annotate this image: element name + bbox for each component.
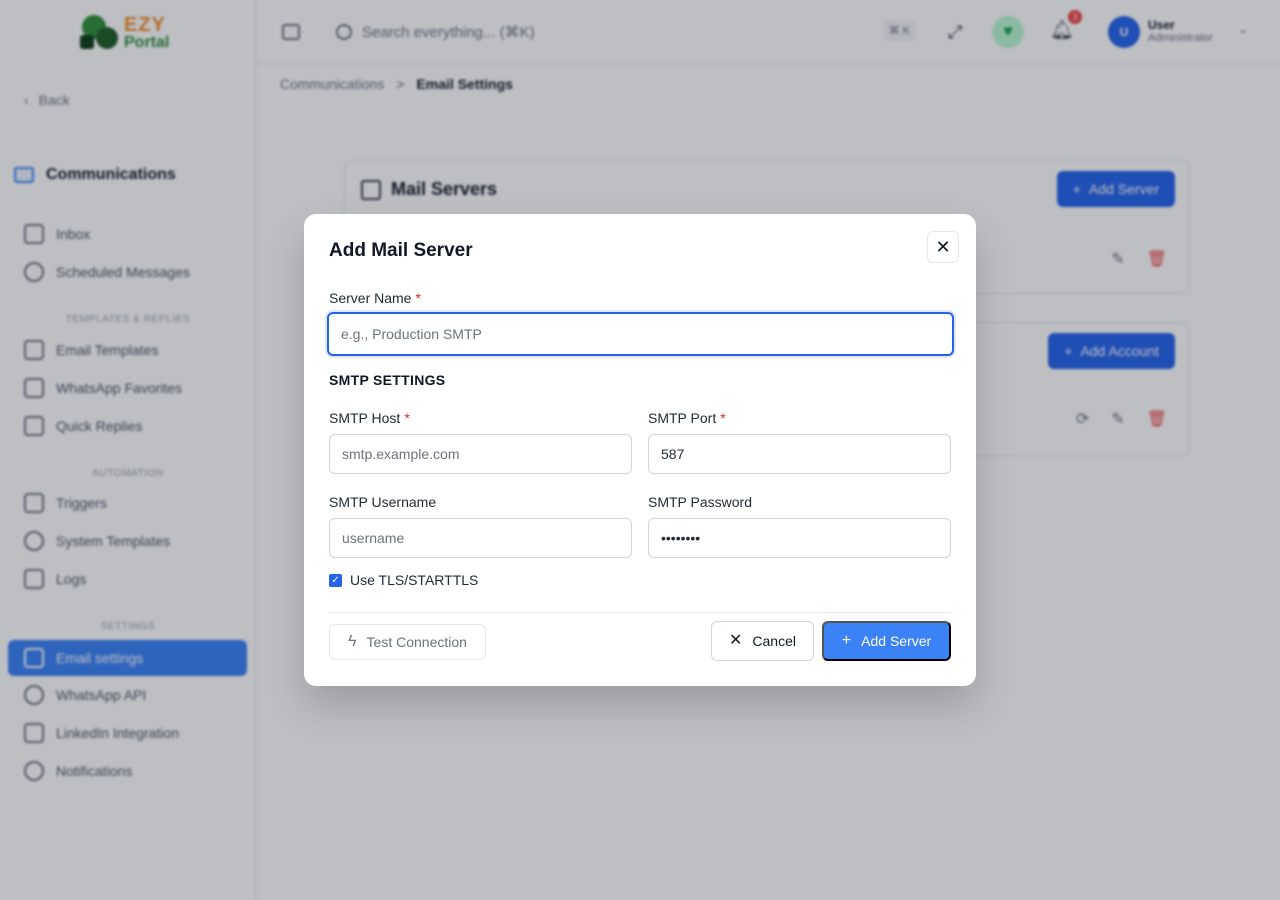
- cancel-button[interactable]: ✕ Cancel: [711, 621, 814, 661]
- smtp-host-input[interactable]: [329, 434, 632, 474]
- test-connection-button[interactable]: ϟ Test Connection: [329, 624, 486, 660]
- add-server-button[interactable]: + Add Server: [822, 621, 951, 661]
- add-mail-server-dialog: Add Mail Server ✕ Server Name* SMTP SETT…: [304, 214, 976, 686]
- dialog-title: Add Mail Server: [329, 240, 473, 261]
- plus-icon: +: [841, 632, 852, 649]
- smtp-host-label-text: SMTP Host: [329, 410, 401, 426]
- close-icon: ✕: [935, 236, 951, 257]
- tls-option[interactable]: ✓ Use TLS/STARTTLS: [329, 572, 478, 588]
- smtp-username-input[interactable]: [329, 518, 632, 558]
- tls-checkbox[interactable]: ✓: [329, 573, 342, 587]
- smtp-port-label: SMTP Port *: [648, 410, 726, 426]
- lightning-icon: ϟ: [348, 633, 357, 650]
- test-connection-label: Test Connection: [366, 634, 467, 650]
- tls-label: Use TLS/STARTTLS: [350, 572, 479, 588]
- smtp-settings-heading: SMTP SETTINGS: [329, 372, 446, 388]
- add-server-label: Add Server: [861, 633, 932, 649]
- server-name-label: Server Name *: [329, 290, 421, 306]
- required-marker: *: [404, 410, 410, 426]
- required-marker: *: [720, 410, 726, 426]
- footer-divider: [329, 612, 951, 613]
- smtp-username-label: SMTP Username: [329, 494, 437, 510]
- smtp-password-label: SMTP Password: [648, 494, 752, 510]
- smtp-password-input[interactable]: [648, 518, 951, 558]
- close-icon: ✕: [729, 632, 743, 649]
- smtp-port-input[interactable]: [648, 434, 951, 474]
- close-button[interactable]: ✕: [927, 231, 959, 263]
- cancel-label: Cancel: [752, 633, 796, 649]
- required-marker: *: [415, 290, 421, 306]
- server-name-label-text: Server Name: [329, 290, 412, 306]
- server-name-input[interactable]: [327, 312, 954, 356]
- smtp-host-label: SMTP Host *: [329, 410, 410, 426]
- smtp-port-label-text: SMTP Port: [648, 410, 717, 426]
